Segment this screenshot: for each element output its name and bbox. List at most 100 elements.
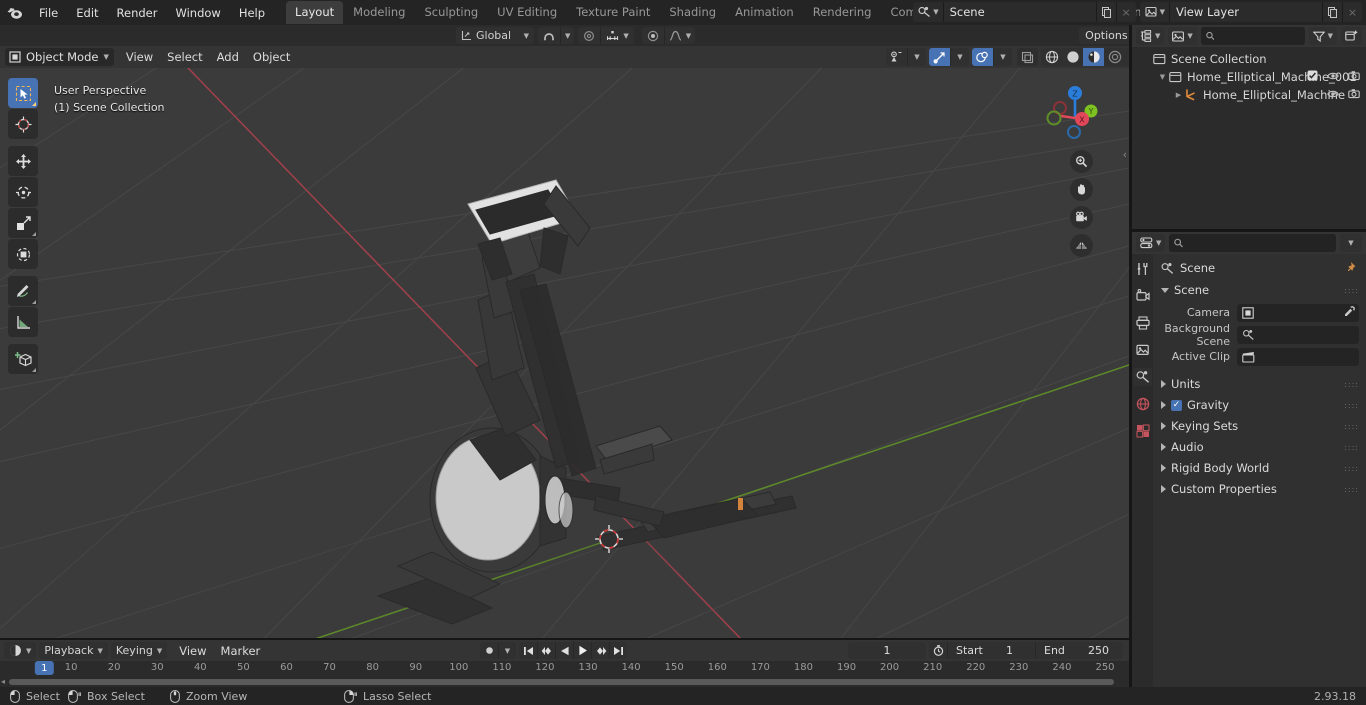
move-tool[interactable] [8,146,38,176]
render-camera-icon[interactable] [1348,70,1360,84]
shading-material-preview-button[interactable] [1083,48,1104,66]
tab-tool[interactable] [1133,260,1152,278]
jump-to-start-button[interactable] [519,642,537,659]
rotate-tool[interactable] [8,177,38,207]
timeline-menu-view[interactable]: View [172,642,213,660]
camera-icon[interactable] [1070,206,1093,229]
tweak-select-tool[interactable] [8,78,38,108]
properties-search-input[interactable] [1169,234,1336,252]
visibility-eye-icon[interactable] [1327,70,1339,84]
timeline-scrollbar[interactable] [9,679,1114,685]
outliner-display-mode-button[interactable]: ▼ [1168,27,1197,45]
proportional-falloff-icon-button[interactable]: ▼ [600,27,634,44]
scale-tool[interactable] [8,208,38,238]
properties-section-custom-properties[interactable]: Custom Properties:::: [1153,479,1366,499]
show-gizmo-button[interactable] [929,48,950,66]
transform-tool[interactable] [8,239,38,269]
properties-section-units[interactable]: Units:::: [1153,374,1366,394]
outliner-row[interactable]: ▼ Home_Elliptical_Machine_001 [1132,68,1366,86]
sidebar-collapse-arrow-icon[interactable]: ‹ [1123,148,1127,161]
editor-splitter-timeline[interactable] [0,638,1129,640]
tab-render[interactable] [1133,287,1152,305]
outliner-row[interactable]: Scene Collection [1132,50,1366,68]
editor-splitter-right-horizontal[interactable] [1132,229,1366,232]
snap-group[interactable]: ▼ [538,27,575,44]
cursor-tool[interactable] [8,109,38,139]
tab-output[interactable] [1133,314,1152,332]
workspace-tab-modeling[interactable]: Modeling [344,1,414,24]
editor-splitter-vertical[interactable] [1129,25,1132,687]
workspace-tab-animation[interactable]: Animation [726,1,803,24]
properties-section-audio[interactable]: Audio:::: [1153,437,1366,457]
elliptical-machine-model[interactable] [0,68,1129,640]
remove-view-layer-button[interactable]: × [1342,2,1362,22]
tab-view-layer[interactable] [1133,341,1152,359]
use-preview-range-button[interactable] [929,642,947,659]
grid-icon[interactable] [1070,234,1093,257]
view-layer-selector[interactable]: ▼ View Layer × [1139,2,1362,22]
scene-icon[interactable]: ▼ [913,2,944,22]
toggle-xray-button[interactable] [1017,48,1038,66]
gizmo-group[interactable]: ▼ [886,48,926,66]
pin-icon[interactable] [1347,261,1358,275]
menu-file[interactable]: File [30,3,67,23]
end-frame-field[interactable]: End 250 [1035,642,1123,659]
navigation-gizmo[interactable]: Z Y X [1035,76,1099,140]
workspace-tab-texture-paint[interactable]: Texture Paint [567,1,659,24]
new-scene-button[interactable] [1095,2,1116,22]
measure-tool[interactable] [8,307,38,337]
menu-render[interactable]: Render [108,3,167,23]
object-types-dropdown[interactable]: ▼ [907,48,926,66]
shading-solid-button[interactable] [1062,48,1083,66]
proportional-editing-toggle[interactable] [578,27,601,44]
outliner-search-input[interactable] [1200,27,1305,45]
row-checkbox[interactable] [1307,70,1318,84]
menu-window[interactable]: Window [166,3,229,23]
timeline-playhead[interactable]: 1 [35,661,54,675]
keying-dropdown[interactable]: Keying ▼ [110,642,168,659]
shading-rendered-button[interactable] [1104,48,1125,66]
properties-section-keying-sets[interactable]: Keying Sets:::: [1153,416,1366,436]
unlink-scene-button[interactable]: × [1115,2,1136,22]
viewport-menu-add[interactable]: Add [210,48,246,66]
scene-name[interactable]: Scene [943,2,1096,22]
workspace-tab-sculpting[interactable]: Sculpting [415,1,487,24]
disclosure-triangle-icon[interactable]: ▶ [1174,91,1183,99]
outliner-new-collection-button[interactable] [1341,27,1362,45]
object-types-visibility-button[interactable] [886,48,907,66]
timeline-editor[interactable]: ▼ Playback ▼ Keying ▼ View Marker ▼ 1 St… [0,640,1129,687]
workspace-tab-shading[interactable]: Shading [660,1,725,24]
disclosure-triangle-icon[interactable]: ▼ [1158,73,1167,81]
zoom-icon[interactable] [1070,150,1093,173]
3d-viewport[interactable]: User Perspective (1) Scene Collection Z … [0,68,1129,640]
workspace-tab-uv-editing[interactable]: UV Editing [488,1,566,24]
viewport-menu-view[interactable]: View [119,48,160,66]
gizmo-options-dropdown[interactable]: ▼ [950,48,969,66]
outliner-filter-button[interactable]: ▼ [1308,27,1337,45]
snap-toggle[interactable] [538,27,560,44]
tab-texture[interactable] [1133,422,1152,440]
proportional-falloff-group[interactable]: ▼ [641,27,696,44]
properties-section-rigid-body-world[interactable]: Rigid Body World:::: [1153,458,1366,478]
outliner-editor-type-button[interactable]: ▼ [1136,27,1165,45]
new-view-layer-button[interactable] [1322,2,1342,22]
start-frame-field[interactable]: Start 1 [947,642,1035,659]
property-field-background-scene[interactable] [1237,325,1359,344]
properties-options-dropdown[interactable]: ▼ [1340,234,1362,252]
auto-keying-toggle[interactable] [480,642,498,659]
timeline-menu-marker[interactable]: Marker [214,642,268,660]
interaction-mode-dropdown[interactable]: Object Mode ▼ [5,48,114,66]
add-cube-tool[interactable] [8,344,38,374]
transform-orientation-dropdown[interactable]: Global ▼ [456,27,534,44]
jump-next-keyframe-button[interactable] [591,642,609,659]
snap-options-dropdown[interactable]: ▼ [560,27,575,44]
gizmos-group[interactable]: ▼ [929,48,969,66]
property-field-camera[interactable] [1237,303,1359,322]
show-overlays-button[interactable] [972,48,993,66]
outliner-row[interactable]: ▶ Home_Elliptical_Machine [1132,86,1366,104]
properties-editor-type-button[interactable]: ▼ [1136,234,1166,252]
blender-logo-icon[interactable] [0,6,30,20]
play-reverse-button[interactable] [555,642,573,659]
falloff-curve-dropdown[interactable]: ▼ [663,27,696,44]
falloff-smooth-toggle[interactable] [641,27,664,44]
